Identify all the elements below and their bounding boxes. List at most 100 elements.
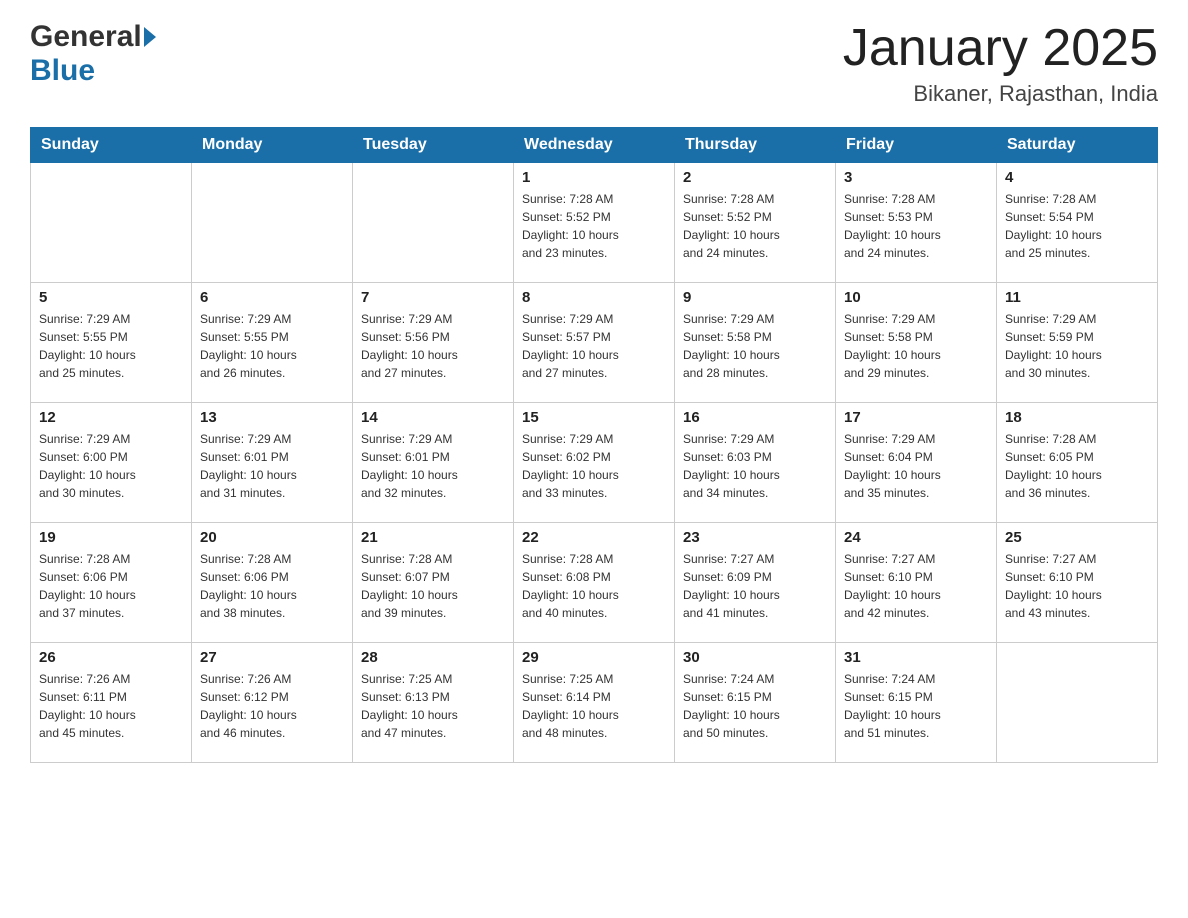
calendar-cell: 26 Sunrise: 7:26 AM Sunset: 6:11 PM Dayli… <box>31 643 192 763</box>
header-row: Sunday Monday Tuesday Wednesday Thursday… <box>31 128 1158 163</box>
calendar-cell: 28 Sunrise: 7:25 AM Sunset: 6:13 PM Dayli… <box>353 643 514 763</box>
col-tuesday: Tuesday <box>353 128 514 163</box>
day-info: Sunrise: 7:29 AM Sunset: 5:56 PM Dayligh… <box>361 310 505 382</box>
calendar-body: 1 Sunrise: 7:28 AM Sunset: 5:52 PM Daylig… <box>31 163 1158 763</box>
calendar-cell: 1 Sunrise: 7:28 AM Sunset: 5:52 PM Daylig… <box>514 163 675 283</box>
calendar-cell: 9Sunrise: 7:29 AM Sunset: 5:58 PM Daylig… <box>675 283 836 403</box>
day-info: Sunrise: 7:25 AM Sunset: 6:14 PM Dayligh… <box>522 670 666 742</box>
calendar-cell: 21 Sunrise: 7:28 AM Sunset: 6:07 PM Dayli… <box>353 523 514 643</box>
day-info: Sunrise: 7:27 AM Sunset: 6:09 PM Dayligh… <box>683 550 827 622</box>
calendar-cell: 8Sunrise: 7:29 AM Sunset: 5:57 PM Daylig… <box>514 283 675 403</box>
day-number: 19 <box>39 529 183 546</box>
calendar-cell: 6Sunrise: 7:29 AM Sunset: 5:55 PM Daylig… <box>192 283 353 403</box>
day-info: Sunrise: 7:28 AM Sunset: 6:06 PM Dayligh… <box>200 550 344 622</box>
day-info: Sunrise: 7:27 AM Sunset: 6:10 PM Dayligh… <box>1005 550 1149 622</box>
calendar-cell: 29Sunrise: 7:25 AM Sunset: 6:14 PM Dayli… <box>514 643 675 763</box>
day-info: Sunrise: 7:29 AM Sunset: 5:58 PM Dayligh… <box>844 310 988 382</box>
calendar-cell: 13 Sunrise: 7:29 AM Sunset: 6:01 PM Dayli… <box>192 403 353 523</box>
logo-general-text: General <box>30 20 142 54</box>
calendar-cell: 7 Sunrise: 7:29 AM Sunset: 5:56 PM Daylig… <box>353 283 514 403</box>
day-number: 16 <box>683 409 827 426</box>
calendar-cell: 14Sunrise: 7:29 AM Sunset: 6:01 PM Dayli… <box>353 403 514 523</box>
day-info: Sunrise: 7:27 AM Sunset: 6:10 PM Dayligh… <box>844 550 988 622</box>
calendar-cell: 5 Sunrise: 7:29 AM Sunset: 5:55 PM Daylig… <box>31 283 192 403</box>
calendar-cell: 10 Sunrise: 7:29 AM Sunset: 5:58 PM Dayli… <box>836 283 997 403</box>
day-info: Sunrise: 7:28 AM Sunset: 6:08 PM Dayligh… <box>522 550 666 622</box>
day-info: Sunrise: 7:24 AM Sunset: 6:15 PM Dayligh… <box>683 670 827 742</box>
calendar-cell <box>353 163 514 283</box>
col-monday: Monday <box>192 128 353 163</box>
day-info: Sunrise: 7:29 AM Sunset: 6:00 PM Dayligh… <box>39 430 183 502</box>
day-number: 23 <box>683 529 827 546</box>
page-header: General Blue January 2025 Bikaner, Rajas… <box>30 20 1158 107</box>
day-info: Sunrise: 7:28 AM Sunset: 6:05 PM Dayligh… <box>1005 430 1149 502</box>
day-info: Sunrise: 7:29 AM Sunset: 6:03 PM Dayligh… <box>683 430 827 502</box>
calendar-week-row: 19 Sunrise: 7:28 AM Sunset: 6:06 PM Dayli… <box>31 523 1158 643</box>
calendar-cell: 3Sunrise: 7:28 AM Sunset: 5:53 PM Daylig… <box>836 163 997 283</box>
col-saturday: Saturday <box>997 128 1158 163</box>
day-number: 24 <box>844 529 988 546</box>
day-info: Sunrise: 7:29 AM Sunset: 6:01 PM Dayligh… <box>200 430 344 502</box>
day-number: 25 <box>1005 529 1149 546</box>
day-info: Sunrise: 7:26 AM Sunset: 6:11 PM Dayligh… <box>39 670 183 742</box>
calendar-week-row: 26 Sunrise: 7:26 AM Sunset: 6:11 PM Dayli… <box>31 643 1158 763</box>
day-number: 1 <box>522 169 666 186</box>
calendar-table: Sunday Monday Tuesday Wednesday Thursday… <box>30 127 1158 763</box>
day-number: 17 <box>844 409 988 426</box>
calendar-week-row: 1 Sunrise: 7:28 AM Sunset: 5:52 PM Daylig… <box>31 163 1158 283</box>
calendar-cell: 2 Sunrise: 7:28 AM Sunset: 5:52 PM Daylig… <box>675 163 836 283</box>
day-number: 30 <box>683 649 827 666</box>
day-info: Sunrise: 7:24 AM Sunset: 6:15 PM Dayligh… <box>844 670 988 742</box>
day-info: Sunrise: 7:29 AM Sunset: 5:55 PM Dayligh… <box>200 310 344 382</box>
day-info: Sunrise: 7:28 AM Sunset: 5:52 PM Dayligh… <box>683 190 827 262</box>
day-number: 15 <box>522 409 666 426</box>
col-friday: Friday <box>836 128 997 163</box>
col-wednesday: Wednesday <box>514 128 675 163</box>
day-number: 14 <box>361 409 505 426</box>
day-number: 18 <box>1005 409 1149 426</box>
day-info: Sunrise: 7:29 AM Sunset: 5:55 PM Dayligh… <box>39 310 183 382</box>
day-number: 28 <box>361 649 505 666</box>
day-number: 5 <box>39 289 183 306</box>
day-number: 26 <box>39 649 183 666</box>
day-info: Sunrise: 7:28 AM Sunset: 5:52 PM Dayligh… <box>522 190 666 262</box>
day-number: 27 <box>200 649 344 666</box>
calendar-cell: 24 Sunrise: 7:27 AM Sunset: 6:10 PM Dayli… <box>836 523 997 643</box>
day-info: Sunrise: 7:28 AM Sunset: 5:54 PM Dayligh… <box>1005 190 1149 262</box>
day-info: Sunrise: 7:28 AM Sunset: 5:53 PM Dayligh… <box>844 190 988 262</box>
day-number: 4 <box>1005 169 1149 186</box>
calendar-subtitle: Bikaner, Rajasthan, India <box>843 81 1158 107</box>
calendar-cell: 30 Sunrise: 7:24 AM Sunset: 6:15 PM Dayli… <box>675 643 836 763</box>
day-number: 31 <box>844 649 988 666</box>
title-block: January 2025 Bikaner, Rajasthan, India <box>843 20 1158 107</box>
day-info: Sunrise: 7:29 AM Sunset: 6:02 PM Dayligh… <box>522 430 666 502</box>
day-number: 13 <box>200 409 344 426</box>
day-info: Sunrise: 7:28 AM Sunset: 6:07 PM Dayligh… <box>361 550 505 622</box>
col-sunday: Sunday <box>31 128 192 163</box>
calendar-cell: 18 Sunrise: 7:28 AM Sunset: 6:05 PM Dayli… <box>997 403 1158 523</box>
calendar-cell: 16 Sunrise: 7:29 AM Sunset: 6:03 PM Dayli… <box>675 403 836 523</box>
calendar-cell: 15 Sunrise: 7:29 AM Sunset: 6:02 PM Dayli… <box>514 403 675 523</box>
day-number: 2 <box>683 169 827 186</box>
calendar-cell: 25 Sunrise: 7:27 AM Sunset: 6:10 PM Dayli… <box>997 523 1158 643</box>
day-number: 20 <box>200 529 344 546</box>
day-number: 22 <box>522 529 666 546</box>
calendar-header: Sunday Monday Tuesday Wednesday Thursday… <box>31 128 1158 163</box>
calendar-week-row: 5 Sunrise: 7:29 AM Sunset: 5:55 PM Daylig… <box>31 283 1158 403</box>
calendar-cell: 23 Sunrise: 7:27 AM Sunset: 6:09 PM Dayli… <box>675 523 836 643</box>
day-number: 7 <box>361 289 505 306</box>
calendar-cell: 20 Sunrise: 7:28 AM Sunset: 6:06 PM Dayli… <box>192 523 353 643</box>
calendar-cell <box>31 163 192 283</box>
calendar-cell: 22 Sunrise: 7:28 AM Sunset: 6:08 PM Dayli… <box>514 523 675 643</box>
calendar-week-row: 12Sunrise: 7:29 AM Sunset: 6:00 PM Dayli… <box>31 403 1158 523</box>
day-info: Sunrise: 7:25 AM Sunset: 6:13 PM Dayligh… <box>361 670 505 742</box>
day-info: Sunrise: 7:28 AM Sunset: 6:06 PM Dayligh… <box>39 550 183 622</box>
day-info: Sunrise: 7:26 AM Sunset: 6:12 PM Dayligh… <box>200 670 344 742</box>
day-number: 10 <box>844 289 988 306</box>
day-info: Sunrise: 7:29 AM Sunset: 5:59 PM Dayligh… <box>1005 310 1149 382</box>
day-number: 21 <box>361 529 505 546</box>
calendar-cell <box>997 643 1158 763</box>
calendar-cell: 17Sunrise: 7:29 AM Sunset: 6:04 PM Dayli… <box>836 403 997 523</box>
col-thursday: Thursday <box>675 128 836 163</box>
day-number: 11 <box>1005 289 1149 306</box>
